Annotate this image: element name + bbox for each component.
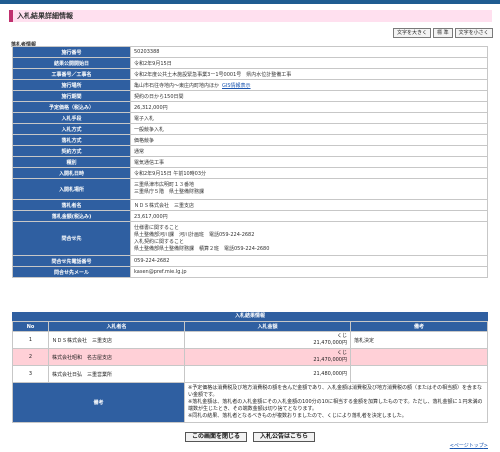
info-label: 結果公開開始日 xyxy=(12,57,131,69)
info-label: 落札金額(税込み) xyxy=(12,210,131,222)
col-bidder: 入札者名 xyxy=(48,321,185,332)
row-bidder: 株式会社昭和 名古屋支店 xyxy=(48,348,185,366)
results-header-row: No 入札者名 入札金額 備考 xyxy=(12,321,488,332)
info-value: ＮＤＳ株式会社 三重支店 xyxy=(130,199,488,211)
font-smaller-button[interactable]: 文字を小さく xyxy=(454,28,493,38)
remarks-row: 備考 ※予定価格は消費税及び地方消費税の額を含んだ金額であり、入札金額は消費税及… xyxy=(12,382,488,423)
page-title: 入札結果詳細情報 xyxy=(9,10,492,22)
info-label: 予定価格（税込み） xyxy=(12,101,131,113)
info-label: 入札方式 xyxy=(12,123,131,135)
bid-notice-button[interactable]: 入札公告はこちら xyxy=(253,432,316,442)
info-value: 価格競争 xyxy=(130,134,488,146)
info-value: 一般競争入札 xyxy=(130,123,488,135)
page-top-link[interactable]: <ページトップ> xyxy=(450,442,488,449)
location-text: 亀山市石往寺地内～東庄内町地内ほか xyxy=(134,82,220,89)
info-label: 問合せ先電話番号 xyxy=(12,255,131,267)
info-row: 契約方式 通常 xyxy=(12,145,488,157)
info-value: 契約の日から150日間 xyxy=(130,90,488,102)
info-value: 仕様書に関すること 県土整備部河川課 河川計画班 電話059-224-2682 … xyxy=(130,221,488,256)
info-label: 施行場所 xyxy=(12,79,131,91)
info-label: 施行期間 xyxy=(12,90,131,102)
info-value: 通常 xyxy=(130,145,488,157)
row-amount-cell: くじ 21,470,000円 xyxy=(184,348,351,366)
close-window-button[interactable]: この画面を閉じる xyxy=(184,432,247,442)
info-row: 落札方式 価格競争 xyxy=(12,134,488,146)
table-row: 3 株式会社日弘 三重営業所 21,480,000円 xyxy=(12,365,488,383)
info-value: 26,312,000円 xyxy=(130,101,488,113)
info-row: 予定価格（税込み） 26,312,000円 xyxy=(12,101,488,113)
info-row: 入開札日時 令和2年9月15日 午前10時03分 xyxy=(12,167,488,179)
info-value: 令和2年9月15日 午前10時03分 xyxy=(130,167,488,179)
info-label: 工事番号／工事名 xyxy=(12,68,131,80)
table-row: 2 株式会社昭和 名古屋支店 くじ 21,470,000円 xyxy=(12,348,488,366)
gis-link[interactable]: GIS情報表示 xyxy=(222,83,251,89)
row-note xyxy=(350,365,488,383)
top-bar xyxy=(0,0,500,4)
col-no: No xyxy=(12,321,49,332)
info-label: 種別 xyxy=(12,156,131,168)
winner-info-table: 施行番号 50203388 結果公開開始日 令和2年9月15日 工事番号／工事名… xyxy=(12,46,488,278)
info-label: 落札方式 xyxy=(12,134,131,146)
table-row: 1 ＮＤＳ株式会社 三重支店 くじ 21,470,000円 落札決定 xyxy=(12,331,488,349)
row-bidder: 株式会社日弘 三重営業所 xyxy=(48,365,185,383)
row-amount: 21,470,000円 xyxy=(313,357,347,363)
row-no: 2 xyxy=(12,348,49,366)
col-amount: 入札金額 xyxy=(184,321,351,332)
info-label: 入開札場所 xyxy=(12,178,131,200)
row-note xyxy=(350,348,488,366)
row-note: 落札決定 xyxy=(350,331,488,349)
info-row: 施行番号 50203388 xyxy=(12,46,488,58)
info-label: 落札者名 xyxy=(12,199,131,211)
info-label: 入開札日時 xyxy=(12,167,131,179)
info-row: 落札者名 ＮＤＳ株式会社 三重支店 xyxy=(12,199,488,211)
info-value: 亀山市石往寺地内～東庄内町地内ほか GIS情報表示 xyxy=(130,79,488,91)
lottery-mark: くじ xyxy=(336,350,347,356)
info-row: 工事番号／工事名 令和2年度公共土木施設緊急事業3ー1号0001号 県内水位計整… xyxy=(12,68,488,80)
remarks-label: 備考 xyxy=(12,382,185,423)
info-label: 施行番号 xyxy=(12,46,131,58)
bottom-actions: この画面を閉じる 入札公告はこちら xyxy=(0,432,500,442)
row-no: 3 xyxy=(12,365,49,383)
bid-results-table: No 入札者名 入札金額 備考 1 ＮＤＳ株式会社 三重支店 くじ 21,470,… xyxy=(12,321,488,423)
info-row: 結果公開開始日 令和2年9月15日 xyxy=(12,57,488,69)
info-row: 入札手段 電子入札 xyxy=(12,112,488,124)
info-row: 入開札場所 三重県津市広明町１３番地 三重県庁５階 県土整備財務課 xyxy=(12,178,488,200)
info-value: 電子入札 xyxy=(130,112,488,124)
info-row: 入札方式 一般競争入札 xyxy=(12,123,488,135)
results-title: 入札結果情報 xyxy=(12,312,488,321)
info-value: 23,617,000円 xyxy=(130,210,488,222)
info-row: 施行場所 亀山市石往寺地内～東庄内町地内ほか GIS情報表示 xyxy=(12,79,488,91)
remarks-text: ※予定価格は消費税及び地方消費税の額を含んだ金額であり、入札金額は消費税及び地方… xyxy=(184,382,488,423)
info-value: 令和2年9月15日 xyxy=(130,57,488,69)
page-top-label: ページトップ xyxy=(453,443,484,449)
row-amount-cell: 21,480,000円 xyxy=(184,365,351,383)
row-amount-cell: くじ 21,470,000円 xyxy=(184,331,351,349)
info-label: 問合せ先 xyxy=(12,221,131,256)
info-row: 種別 電気通信工事 xyxy=(12,156,488,168)
info-row: 落札金額(税込み) 23,617,000円 xyxy=(12,210,488,222)
font-larger-button[interactable]: 文字を大きく xyxy=(393,28,432,38)
info-value: 電気通信工事 xyxy=(130,156,488,168)
info-label: 契約方式 xyxy=(12,145,131,157)
row-amount: 21,480,000円 xyxy=(313,370,347,377)
row-no: 1 xyxy=(12,331,49,349)
info-row: 問合せ先 仕様書に関すること 県土整備部河川課 河川計画班 電話059-224-… xyxy=(12,221,488,256)
info-value: 50203388 xyxy=(130,46,488,58)
row-bidder: ＮＤＳ株式会社 三重支店 xyxy=(48,331,185,349)
lottery-mark: くじ xyxy=(336,333,347,339)
info-label: 入札手段 xyxy=(12,112,131,124)
info-row: 問合せ先電話番号 059-224-2682 xyxy=(12,255,488,267)
info-label: 問合せ先メール xyxy=(12,266,131,278)
col-note: 備考 xyxy=(350,321,488,332)
info-value: 059-224-2682 xyxy=(130,255,488,267)
info-row: 問合せ先メール kasen@pref.mie.lg.jp xyxy=(12,266,488,278)
info-value: 令和2年度公共土木施設緊急事業3ー1号0001号 県内水位計整備工事 xyxy=(130,68,488,80)
font-size-controls: 文字を大きく 標 準 文字を小さく xyxy=(393,28,493,38)
info-value: kasen@pref.mie.lg.jp xyxy=(130,266,488,278)
info-value: 三重県津市広明町１３番地 三重県庁５階 県土整備財務課 xyxy=(130,178,488,200)
row-amount: 21,470,000円 xyxy=(313,340,347,346)
info-row: 施行期間 契約の日から150日間 xyxy=(12,90,488,102)
font-standard-button[interactable]: 標 準 xyxy=(433,28,453,38)
